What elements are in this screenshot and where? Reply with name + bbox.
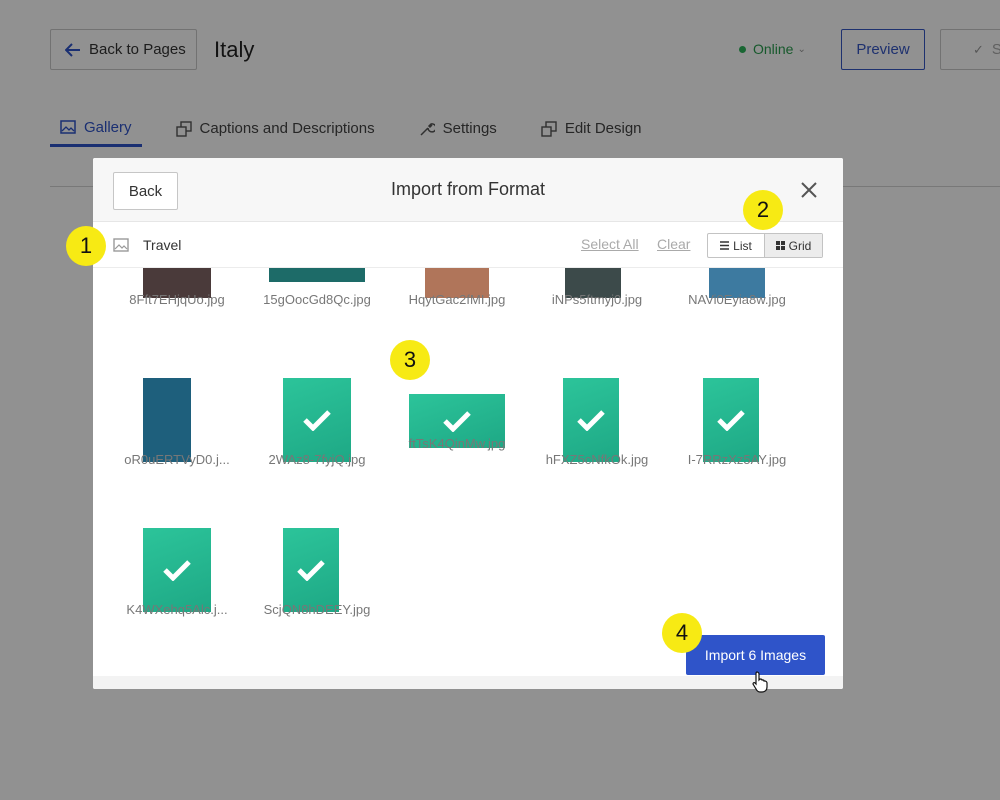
close-icon[interactable] bbox=[799, 180, 819, 200]
hand-cursor-icon bbox=[752, 671, 768, 693]
checkmark-icon bbox=[577, 410, 605, 431]
image-filename: ScjQN8hDEEY.jpg bbox=[263, 602, 371, 617]
grid-view-button[interactable]: Grid bbox=[765, 234, 822, 257]
checkmark-icon bbox=[717, 410, 745, 431]
image-tile[interactable]: K4WXehq5Alc.j... bbox=[117, 268, 237, 617]
image-tile[interactable]: ftTsK4QinMw.jpg bbox=[397, 268, 517, 451]
annotation-badge: 3 bbox=[390, 340, 430, 380]
image-tile[interactable]: hFXZ5cNfkOk.jpg bbox=[537, 268, 657, 467]
image-filename: hFXZ5cNfkOk.jpg bbox=[545, 452, 649, 467]
image-filename: 2WAz8-7fyjQ.jpg bbox=[268, 452, 366, 467]
annotation-badge: 1 bbox=[66, 226, 106, 266]
checkmark-icon bbox=[163, 560, 191, 581]
select-all-link[interactable]: Select All bbox=[581, 236, 639, 252]
checkmark-icon bbox=[443, 411, 471, 432]
import-modal: Back Import from Format Travel Select Al… bbox=[93, 158, 843, 689]
view-toggle: List Grid bbox=[707, 233, 823, 258]
annotation-badge: 4 bbox=[662, 613, 702, 653]
checkmark-icon bbox=[303, 410, 331, 431]
modal-toolbar: Travel Select All Clear List Grid bbox=[93, 222, 843, 268]
clear-link[interactable]: Clear bbox=[657, 236, 690, 252]
import-images-button[interactable]: Import 6 Images bbox=[686, 635, 825, 675]
list-view-label: List bbox=[733, 238, 752, 253]
image-filename: ftTsK4QinMw.jpg bbox=[408, 436, 506, 451]
selected-thumbnail[interactable] bbox=[143, 528, 211, 612]
image-filename: oR0uERTVyD0.j... bbox=[124, 452, 230, 467]
image-tile[interactable]: I-7RRzXz5AY.jpg bbox=[677, 268, 797, 467]
annotation-badge: 2 bbox=[743, 190, 783, 230]
list-icon bbox=[720, 241, 730, 250]
modal-footer bbox=[93, 676, 843, 689]
grid-icon bbox=[775, 241, 785, 250]
selected-thumbnail[interactable] bbox=[283, 528, 339, 612]
image-grid: 8Fft7EHjqUo.jpg 15gOocGd8Qc.jpg HqytGac2fM… bbox=[93, 268, 843, 676]
selected-thumbnail[interactable] bbox=[703, 378, 759, 462]
modal-header: Back Import from Format bbox=[93, 158, 843, 222]
grid-view-label: Grid bbox=[788, 238, 812, 253]
image-tile[interactable]: ScjQN8hDEEY.jpg bbox=[257, 268, 377, 617]
list-view-button[interactable]: List bbox=[708, 234, 765, 257]
selected-thumbnail[interactable] bbox=[563, 378, 619, 462]
image-filename: I-7RRzXz5AY.jpg bbox=[687, 452, 787, 467]
checkmark-icon bbox=[297, 560, 325, 581]
folder-name: Travel bbox=[143, 237, 182, 253]
modal-title: Import from Format bbox=[390, 179, 546, 199]
image-filename: K4WXehq5Alc.j... bbox=[126, 602, 228, 617]
image-icon bbox=[113, 238, 129, 252]
